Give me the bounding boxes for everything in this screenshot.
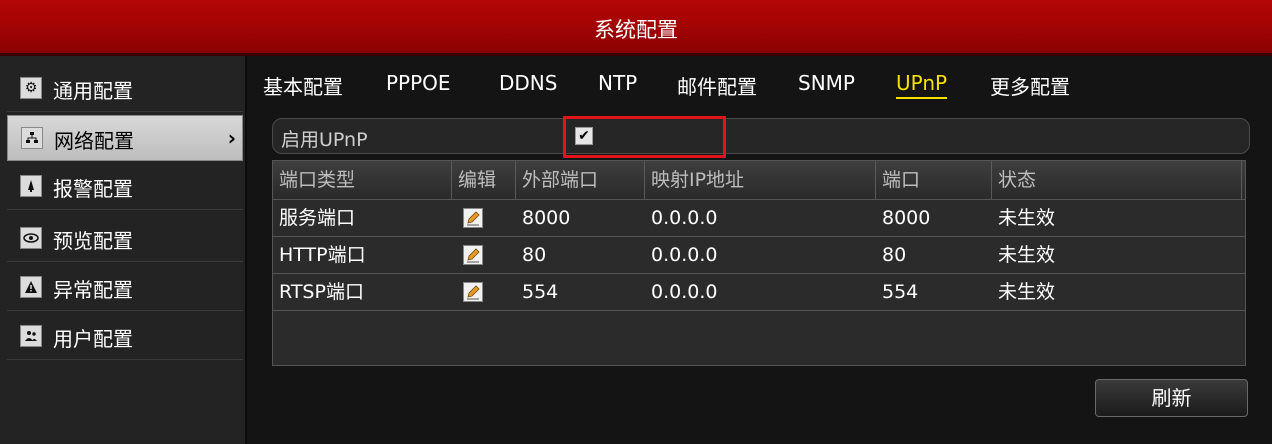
main-panel: 基本配置 PPPOE DDNS NTP 邮件配置 SNMP UPnP 更多配置 … [249, 56, 1272, 444]
sidebar-item-user[interactable]: 用户配置 [7, 314, 243, 360]
tab-ntp[interactable]: NTP [598, 71, 637, 95]
chevron-right-icon: › [227, 126, 236, 150]
cell-status: 未生效 [998, 281, 1056, 303]
upnp-enable-label: 启用UPnP [281, 129, 368, 151]
tab-snmp[interactable]: SNMP [798, 71, 855, 95]
edit-icon[interactable] [463, 282, 483, 302]
sidebar-item-label: 用户配置 [53, 327, 133, 351]
tab-pppoe[interactable]: PPPOE [386, 71, 451, 95]
users-icon [20, 325, 42, 347]
cell-status: 未生效 [998, 244, 1056, 266]
column-header-port-type: 端口类型 [273, 161, 452, 199]
alarm-icon [20, 175, 42, 197]
edit-icon[interactable] [463, 245, 483, 265]
cell-external-port: 8000 [522, 207, 571, 229]
sidebar-item-exception[interactable]: 异常配置 [7, 265, 243, 311]
title-bar: 系统配置 [0, 0, 1272, 56]
cell-port-type: RTSP端口 [279, 281, 364, 303]
sidebar-item-label: 预览配置 [53, 229, 133, 253]
table-row[interactable]: 服务端口 8000 0.0.0.0 8000 未生效 [273, 200, 1245, 237]
tab-ddns[interactable]: DDNS [499, 71, 557, 95]
tab-more[interactable]: 更多配置 [990, 71, 1070, 100]
upnp-enable-row: 启用UPnP ✔ [272, 118, 1250, 154]
cell-port-type: HTTP端口 [279, 244, 366, 266]
cell-external-port: 80 [522, 244, 547, 266]
cell-mapped-ip: 0.0.0.0 [651, 281, 718, 303]
gear-icon: ⚙ [20, 77, 42, 99]
cell-port: 80 [882, 244, 907, 266]
warning-icon [20, 276, 42, 298]
cell-port-type: 服务端口 [279, 207, 356, 229]
sidebar-item-label: 网络配置 [54, 129, 134, 153]
cell-mapped-ip: 0.0.0.0 [651, 244, 718, 266]
refresh-button[interactable]: 刷新 [1095, 379, 1248, 417]
column-header-edit: 编辑 [452, 161, 516, 199]
sidebar-item-label: 异常配置 [53, 278, 133, 302]
table-row[interactable]: RTSP端口 554 0.0.0.0 554 未生效 [273, 274, 1245, 311]
cell-status: 未生效 [998, 207, 1056, 229]
cell-mapped-ip: 0.0.0.0 [651, 207, 718, 229]
sidebar-item-label: 报警配置 [53, 177, 133, 201]
cell-port: 554 [882, 281, 919, 303]
column-header-port: 端口 [876, 161, 992, 199]
network-icon [21, 127, 43, 149]
column-header-status: 状态 [992, 161, 1242, 199]
tab-upnp[interactable]: UPnP [896, 71, 948, 99]
column-header-external-port: 外部端口 [516, 161, 645, 199]
sidebar: ⚙ 通用配置 网络配置 › 报警配置 预览配置 异常配置 用户配置 [0, 56, 247, 444]
window-title: 系统配置 [594, 18, 678, 42]
port-mapping-table: 端口类型 编辑 外部端口 映射IP地址 端口 状态 服务端口 8000 0.0.… [272, 160, 1246, 366]
tab-basic[interactable]: 基本配置 [263, 71, 343, 100]
table-row[interactable]: HTTP端口 80 0.0.0.0 80 未生效 [273, 237, 1245, 274]
column-header-mapped-ip: 映射IP地址 [645, 161, 876, 199]
table-header: 端口类型 编辑 外部端口 映射IP地址 端口 状态 [273, 161, 1245, 200]
sidebar-item-alarm[interactable]: 报警配置 [7, 164, 243, 210]
tab-email[interactable]: 邮件配置 [677, 71, 757, 100]
sidebar-item-preview[interactable]: 预览配置 [7, 216, 243, 262]
tab-bar: 基本配置 PPPOE DDNS NTP 邮件配置 SNMP UPnP 更多配置 [249, 56, 1272, 110]
highlight-box [563, 116, 726, 158]
cell-port: 8000 [882, 207, 931, 229]
eye-icon [20, 227, 42, 249]
edit-icon[interactable] [463, 208, 483, 228]
sidebar-item-label: 通用配置 [53, 79, 133, 103]
sidebar-item-network[interactable]: 网络配置 › [7, 115, 243, 161]
sidebar-item-general[interactable]: ⚙ 通用配置 [7, 66, 243, 112]
cell-external-port: 554 [522, 281, 559, 303]
